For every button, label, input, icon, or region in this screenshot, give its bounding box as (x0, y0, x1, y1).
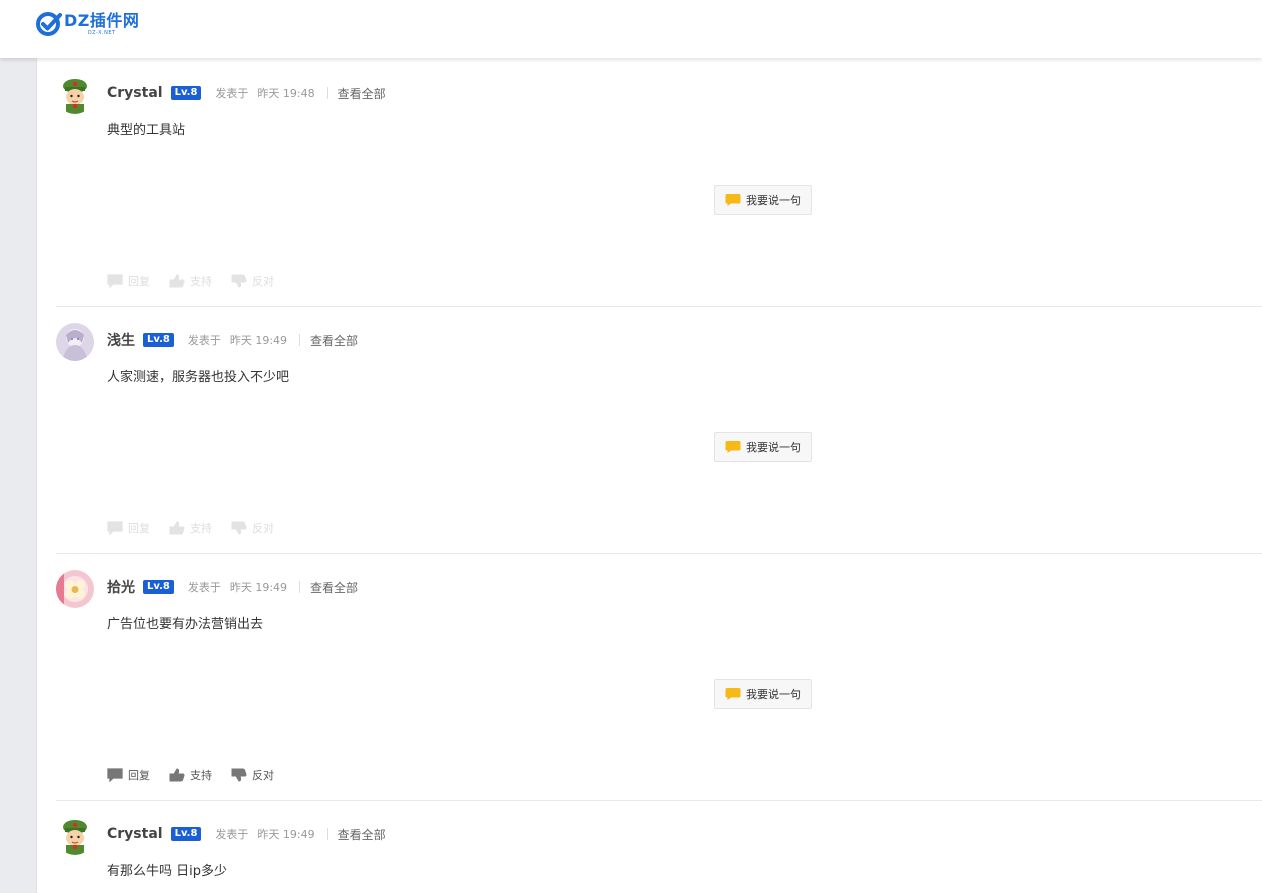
comment-button[interactable]: 我要说一句 (714, 432, 812, 462)
avatar[interactable] (56, 817, 94, 855)
publish-time: 昨天 19:49 (229, 581, 288, 594)
publish-time: 昨天 19:49 (229, 334, 288, 347)
username[interactable]: Crystal (107, 85, 163, 101)
username[interactable]: 拾光 (107, 577, 135, 597)
post-content: 有那么牛吗 日ip多少 (107, 864, 227, 879)
flower-avatar-icon (56, 570, 94, 608)
oppose-button[interactable]: 反对 (231, 520, 274, 536)
soldier-avatar-icon (56, 817, 94, 855)
post-divider (56, 306, 1262, 307)
chat-bubble-icon (725, 441, 741, 453)
reply-icon (107, 521, 123, 535)
lilac-avatar-icon (56, 323, 94, 361)
post-meta: 拾光 Lv.8 发表于 昨天 19:49 查看全部 (107, 577, 358, 597)
publish-prefix: 发表于 (215, 87, 249, 100)
thumbs-up-icon (169, 521, 185, 535)
post-list: Crystal Lv.8 发表于 昨天 19:48 查看全部 典型的工具站 我要… (37, 58, 1262, 893)
oppose-button[interactable]: 反对 (231, 273, 274, 289)
comment-button[interactable]: 我要说一句 (714, 185, 812, 215)
thumbs-down-icon (231, 521, 247, 535)
thumbs-down-icon (231, 768, 247, 782)
meta-separator (299, 581, 301, 593)
reply-label: 回复 (128, 769, 150, 782)
thumbs-down-icon (231, 274, 247, 288)
reply-label: 回复 (128, 522, 150, 535)
support-label: 支持 (190, 275, 212, 288)
top-header: DZ插件网 DZ-X.NET (0, 0, 1262, 58)
chat-bubble-icon (725, 194, 741, 206)
publish-time: 昨天 19:48 (257, 87, 315, 100)
post-content: 人家测速，服务器也投入不少吧 (107, 370, 290, 385)
level-badge: Lv.8 (143, 580, 174, 594)
reply-button[interactable]: 回复 (107, 273, 150, 289)
chat-bubble-icon (725, 688, 741, 700)
soldier-avatar-icon (56, 76, 94, 114)
comment-button-label: 我要说一句 (746, 688, 801, 701)
reply-label: 回复 (128, 275, 150, 288)
meta-separator (326, 87, 328, 99)
meta-separator (326, 828, 328, 840)
avatar[interactable] (56, 570, 94, 608)
oppose-label: 反对 (252, 275, 274, 288)
reply-icon (107, 768, 123, 782)
support-button[interactable]: 支持 (169, 273, 212, 289)
post-meta: Crystal Lv.8 发表于 昨天 19:48 查看全部 (107, 83, 386, 103)
left-gutter (0, 58, 37, 893)
post-meta: 浅生 Lv.8 发表于 昨天 19:49 查看全部 (107, 330, 358, 350)
view-all-link[interactable]: 查看全部 (338, 85, 386, 102)
comment-button-label: 我要说一句 (746, 441, 801, 454)
thumbs-up-icon (169, 768, 185, 782)
logo-subtext: DZ-X.NET (87, 29, 116, 36)
publish-time: 昨天 19:49 (257, 828, 315, 841)
post-actions: 回复 支持 反对 (107, 766, 293, 784)
level-badge: Lv.8 (143, 333, 174, 347)
publish-prefix: 发表于 (187, 334, 221, 347)
view-all-link[interactable]: 查看全部 (338, 826, 386, 843)
post-actions: 回复 支持 反对 (107, 272, 293, 290)
support-label: 支持 (190, 522, 212, 535)
logo-text: DZ插件网 (64, 10, 140, 30)
comment-button[interactable]: 我要说一句 (714, 679, 812, 709)
thumbs-up-icon (169, 274, 185, 288)
comment-button-label: 我要说一句 (746, 194, 801, 207)
publish-prefix: 发表于 (215, 828, 249, 841)
reply-button[interactable]: 回复 (107, 520, 150, 536)
username[interactable]: Crystal (107, 826, 163, 842)
oppose-button[interactable]: 反对 (231, 767, 274, 783)
level-badge: Lv.8 (170, 827, 202, 841)
publish-prefix: 发表于 (187, 581, 221, 594)
support-button[interactable]: 支持 (169, 520, 212, 536)
post-divider (56, 553, 1262, 554)
post-content: 典型的工具站 (107, 123, 186, 138)
level-badge: Lv.8 (170, 86, 202, 100)
check-logo-icon (36, 12, 62, 36)
oppose-label: 反对 (252, 522, 274, 535)
post-content: 广告位也要有办法营销出去 (107, 617, 264, 632)
reply-icon (107, 274, 123, 288)
avatar[interactable] (56, 76, 94, 114)
view-all-link[interactable]: 查看全部 (310, 579, 358, 596)
avatar[interactable] (56, 323, 94, 361)
support-label: 支持 (190, 769, 212, 782)
meta-separator (299, 334, 301, 346)
oppose-label: 反对 (252, 769, 274, 782)
post-actions: 回复 支持 反对 (107, 519, 293, 537)
support-button[interactable]: 支持 (169, 767, 212, 783)
username[interactable]: 浅生 (107, 330, 135, 350)
post-meta: Crystal Lv.8 发表于 昨天 19:49 查看全部 (107, 824, 386, 844)
view-all-link[interactable]: 查看全部 (310, 332, 358, 349)
site-logo[interactable]: DZ插件网 DZ-X.NET (36, 9, 139, 39)
post-divider (56, 800, 1262, 801)
reply-button[interactable]: 回复 (107, 767, 150, 783)
